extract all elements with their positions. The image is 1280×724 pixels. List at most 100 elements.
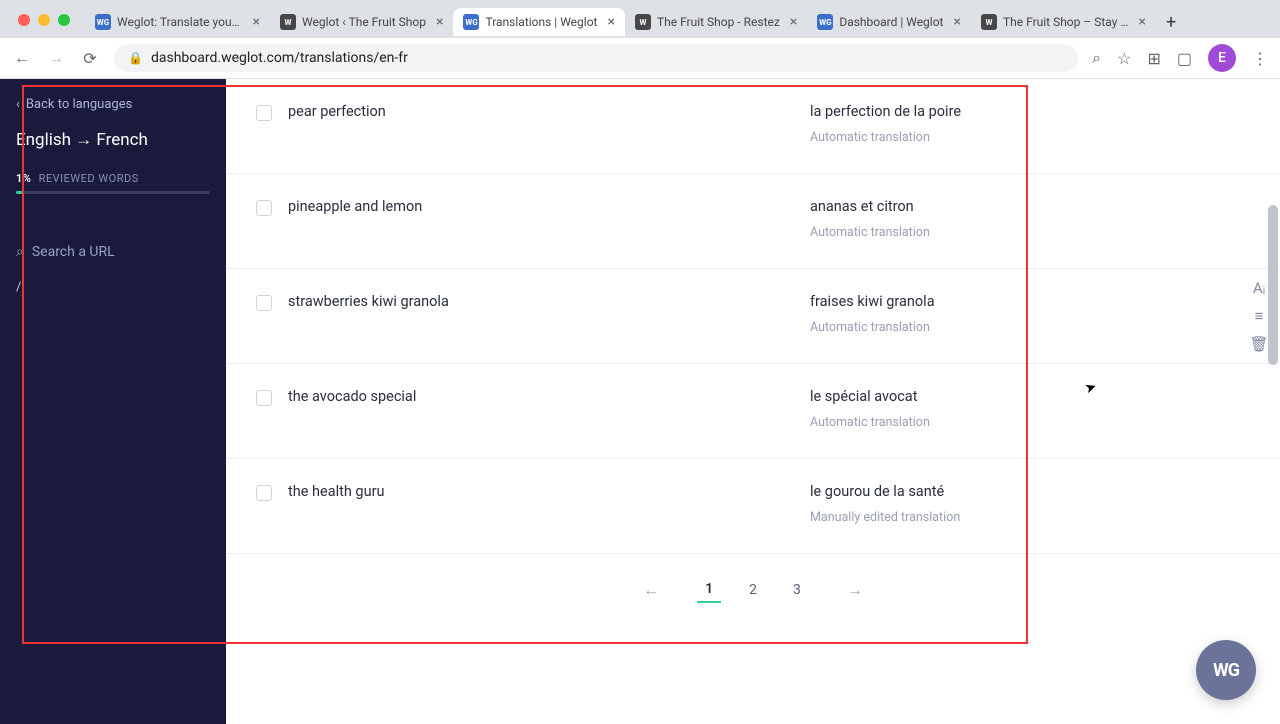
row-checkbox[interactable] [256,105,272,121]
tab-title: The Fruit Shop – Stay He [1003,15,1129,29]
reload-button[interactable]: ⟳ [80,48,100,68]
back-to-languages[interactable]: ‹ Back to languages [16,97,210,112]
chevron-left-icon: ‹ [16,97,20,112]
favicon: WG [817,14,833,30]
search-input[interactable] [32,244,210,260]
star-icon[interactable]: ☆ [1117,49,1131,68]
new-tab-button[interactable]: + [1156,12,1186,33]
scrollbar-thumb[interactable] [1268,205,1278,365]
browser-tab[interactable]: WG Translations | Weglot × [453,8,624,36]
url-text: dashboard.weglot.com/translations/en-fr [151,50,408,66]
source-text: pineapple and lemon [288,198,810,240]
reviewed-label: REVIEWED WORDS [39,172,139,185]
source-text: the avocado special [288,388,810,430]
target-column: le gourou de la santé Manually edited tra… [810,483,1250,525]
favicon: WG [95,14,111,30]
target-text[interactable]: le gourou de la santé [810,483,1230,500]
scrollbar[interactable] [1266,75,1280,720]
tab-title: Dashboard | Weglot [839,15,943,29]
target-column: le spécial avocat Automatic translation [810,388,1250,430]
source-text: the health guru [288,483,810,525]
translation-rows: pear perfectionla perfection de la poire… [226,79,1280,554]
source-text: pear perfection [288,103,810,145]
target-text[interactable]: la perfection de la poire [810,103,1230,120]
favicon: W [635,14,651,30]
close-icon[interactable]: × [790,14,797,30]
language-pair: English → French [16,130,210,150]
app: ‹ Back to languages English → French 1% … [0,79,1280,724]
browser-tab[interactable]: WG Weglot: Translate your w × [85,8,270,36]
favicon: W [981,14,997,30]
reviewed-pct: 1% [16,172,31,185]
row-checkbox[interactable] [256,200,272,216]
back-button[interactable]: ← [12,48,32,68]
close-icon[interactable]: × [436,14,443,30]
row-checkbox[interactable] [256,485,272,501]
close-icon[interactable]: × [954,14,961,30]
row-checkbox[interactable] [256,295,272,311]
window-maximize[interactable] [58,14,70,26]
translation-row[interactable]: pineapple and lemonananas et citron Autom… [226,174,1280,269]
favicon: W [280,14,296,30]
menu-icon[interactable]: ⋮ [1252,49,1268,68]
window-close[interactable] [18,14,30,26]
target-text[interactable]: le spécial avocat [810,388,1230,405]
translation-status: Automatic translation [810,415,1230,430]
search-icon: ⌕ [16,244,24,260]
tab-title: Translations | Weglot [485,15,597,29]
forward-button[interactable]: → [46,48,66,68]
browser-chrome: WG Weglot: Translate your w × W Weglot ‹ The… [0,0,1280,79]
close-icon[interactable]: × [253,14,260,30]
row-checkbox[interactable] [256,390,272,406]
profile-avatar[interactable]: E [1208,44,1236,72]
translation-status: Automatic translation [810,130,1230,145]
translation-row[interactable]: the health gurule gourou de la santé Manu… [226,459,1280,554]
target-text[interactable]: fraises kiwi granola [810,293,1230,310]
window-minimize[interactable] [38,14,50,26]
install-icon[interactable]: ▢ [1177,49,1192,68]
browser-tab[interactable]: W The Fruit Shop – Stay He × [971,8,1156,36]
pagination: ← 123 → [226,554,1280,634]
reviewed-words: 1% REVIEWED WORDS [16,172,210,194]
prev-page[interactable]: ← [625,576,677,604]
favicon: WG [463,14,479,30]
progress-bar [16,191,210,194]
url-path[interactable]: / [16,280,210,295]
translation-status: Automatic translation [810,320,1230,335]
page-number[interactable]: 2 [741,578,765,602]
back-label: Back to languages [26,97,132,112]
browser-tab[interactable]: W The Fruit Shop - Restez × [625,8,807,36]
lock-icon: 🔒 [128,51,143,65]
translation-status: Manually edited translation [810,510,1230,525]
next-page[interactable]: → [829,576,881,604]
window-controls [6,6,82,34]
target-column: ananas et citron Automatic translation [810,198,1250,240]
target-text[interactable]: ananas et citron [810,198,1230,215]
translation-row[interactable]: the avocado specialle spécial avocat Auto… [226,364,1280,459]
translation-row[interactable]: strawberries kiwi granolafraises kiwi gr… [226,269,1280,364]
source-text: strawberries kiwi granola [288,293,810,335]
search-icon[interactable]: ⌕ [1092,48,1101,68]
toolbar-right: ⌕ ☆ ⊞ ▢ E ⋮ [1092,44,1268,72]
tab-title: The Fruit Shop - Restez [657,15,780,29]
address-bar: ← → ⟳ 🔒 dashboard.weglot.com/translation… [0,38,1280,79]
translation-row[interactable]: pear perfectionla perfection de la poire… [226,79,1280,174]
browser-tab[interactable]: WG Dashboard | Weglot × [807,8,971,36]
target-column: fraises kiwi granola Automatic translatio… [810,293,1250,335]
close-icon[interactable]: × [1139,14,1146,30]
translation-status: Automatic translation [810,225,1230,240]
help-fab[interactable]: WG [1196,640,1256,700]
target-column: la perfection de la poire Automatic trans… [810,103,1250,145]
url-input[interactable]: 🔒 dashboard.weglot.com/translations/en-f… [114,44,1078,72]
tab-title: Weglot ‹ The Fruit Shop [302,15,426,29]
main-panel: pear perfectionla perfection de la poire… [226,79,1280,724]
tab-title: Weglot: Translate your w [117,15,243,29]
search-url[interactable]: ⌕ [16,244,210,260]
close-icon[interactable]: × [607,14,614,30]
browser-tab[interactable]: W Weglot ‹ The Fruit Shop × [270,8,453,36]
page-number[interactable]: 3 [785,578,809,602]
page-number[interactable]: 1 [697,577,721,603]
sidebar: ‹ Back to languages English → French 1% … [0,79,226,724]
tab-strip: WG Weglot: Translate your w × W Weglot ‹ The… [0,0,1280,38]
extensions-icon[interactable]: ⊞ [1147,49,1160,68]
